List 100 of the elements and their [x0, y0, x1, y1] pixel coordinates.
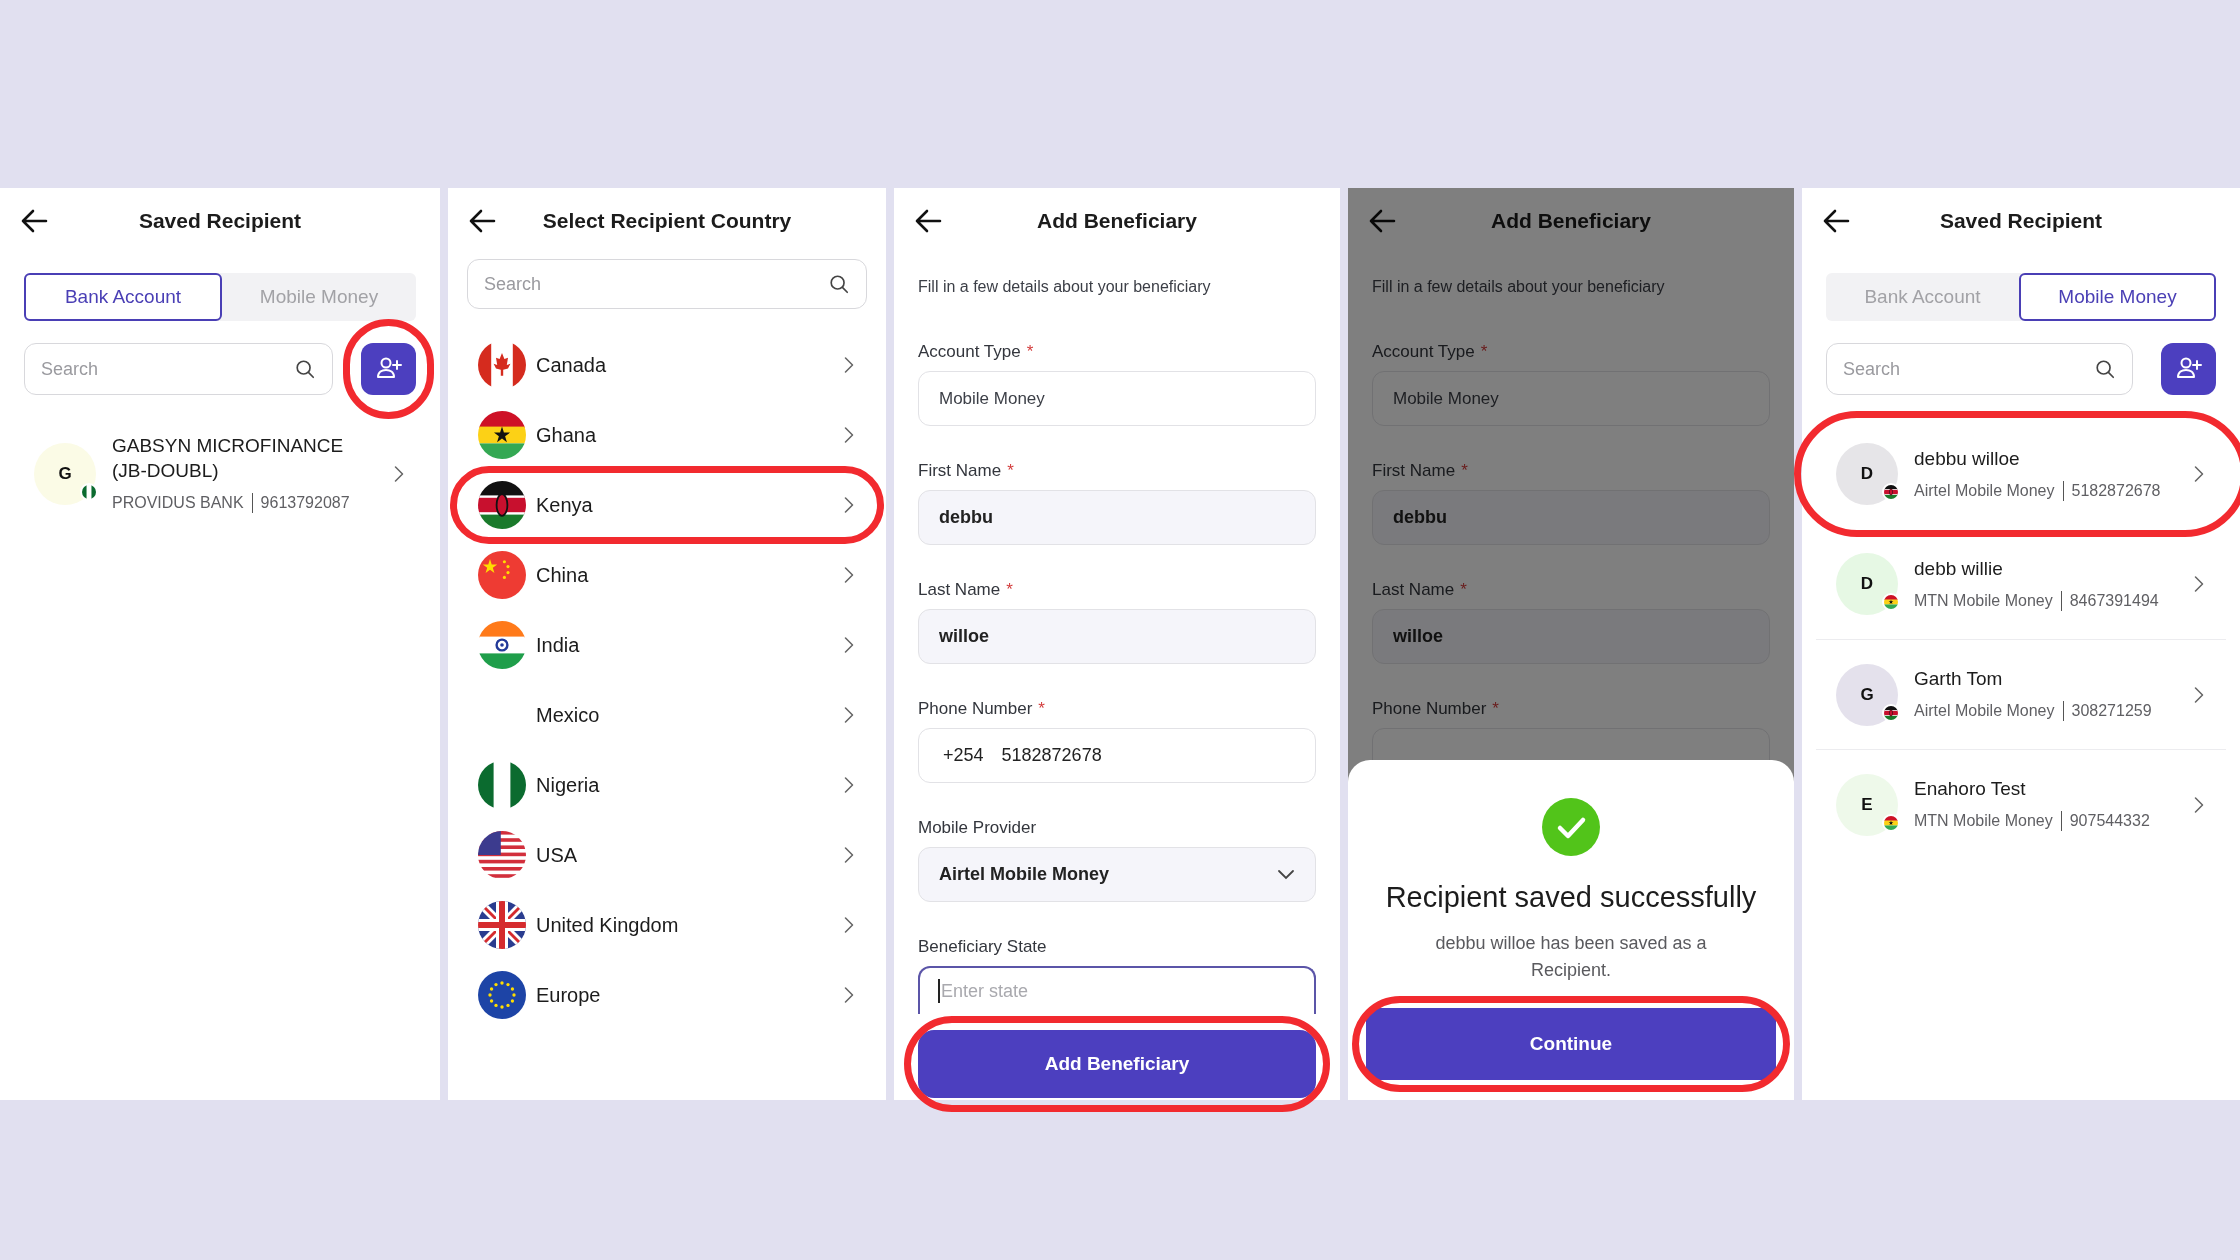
field-value: Mobile Money — [939, 387, 1045, 410]
country-name: Canada — [536, 353, 608, 378]
field-value: debbu — [939, 506, 993, 529]
account-number: 907544332 — [2069, 811, 2150, 831]
account-number: 5182872678 — [2071, 480, 2161, 501]
dropdown-value: Airtel Mobile Money — [939, 863, 1109, 886]
screen-title: Select Recipient Country — [541, 208, 793, 235]
chevron-down-icon — [1277, 868, 1295, 881]
chevron-right-icon — [842, 495, 856, 515]
required-mark: * — [1006, 579, 1013, 602]
recipient-name: Garth Tom — [1914, 667, 2004, 691]
country-item[interactable]: Ghana — [464, 400, 870, 470]
provider-name: MTN Mobile Money — [1914, 811, 2053, 831]
provider-name: Airtel Mobile Money — [1914, 480, 2055, 501]
screen-title: Add Beneficiary — [1036, 208, 1198, 235]
chevron-right-icon — [842, 775, 856, 795]
vertical-striped-flag-icon — [478, 761, 526, 809]
star-striped-flag-icon — [1882, 593, 1900, 611]
required-mark: * — [1461, 460, 1468, 483]
account-number: 308271259 — [2071, 701, 2152, 721]
text-field[interactable]: debbu — [1372, 490, 1770, 545]
country-item[interactable]: Nigeria — [464, 750, 870, 820]
dropdown[interactable]: Airtel Mobile Money — [918, 847, 1316, 902]
required-mark: * — [1492, 698, 1499, 721]
search-placeholder: Search — [484, 272, 543, 296]
recipient-item[interactable]: E Enahoro Test MTN Mobile Money 907544332 — [1816, 749, 2226, 859]
recipient-name: Enahoro Test — [1914, 777, 2027, 801]
text-field[interactable]: willoe — [918, 609, 1316, 664]
field-value: willoe — [1393, 625, 1443, 648]
country-item[interactable]: Canada — [464, 330, 870, 400]
chevron-right-icon — [2192, 464, 2206, 484]
field-label: First Name — [918, 460, 1002, 483]
country-name: Europe — [536, 983, 602, 1008]
country-name: Ghana — [536, 423, 598, 448]
text-field[interactable]: debbu — [918, 490, 1316, 545]
search-icon — [2094, 358, 2116, 380]
add-recipient-button[interactable] — [2161, 343, 2216, 395]
required-mark: * — [1007, 460, 1014, 483]
cross-flag-icon — [478, 901, 526, 949]
back-arrow-icon[interactable] — [468, 207, 496, 235]
tab[interactable]: Bank Account — [24, 273, 222, 321]
country-item[interactable]: India — [464, 610, 870, 680]
field-label: Last Name — [918, 579, 1001, 602]
shield-striped-flag-icon — [1882, 703, 1900, 722]
country-item[interactable]: Kenya — [464, 470, 870, 540]
star-striped-flag-icon — [1882, 813, 1900, 832]
star-circle-flag-icon — [478, 971, 526, 1019]
chevron-right-icon — [842, 845, 856, 865]
chevron-right-icon — [842, 565, 856, 585]
avatar-initial: G — [1860, 683, 1874, 706]
field-label: Phone Number — [918, 698, 1033, 721]
screen-title: Saved Recipient — [137, 208, 303, 235]
vertical-striped-flag-icon — [80, 483, 98, 501]
avatar-initial: D — [1860, 463, 1874, 486]
success-message: debbu willoe has been saved as a Recipient. — [1434, 931, 1708, 982]
country-name: Mexico — [536, 703, 601, 728]
screen-title: Add Beneficiary — [1490, 208, 1652, 235]
recipient-name: debb willie — [1914, 556, 2004, 581]
recipient-item[interactable]: D debbu willoe Airtel Mobile Money 5182872678 — [1816, 419, 2226, 529]
field-label: Last Name — [1372, 579, 1455, 602]
chevron-right-icon — [2192, 794, 2206, 815]
required-mark: * — [1026, 341, 1034, 364]
text-field[interactable]: willoe — [1372, 609, 1770, 664]
field-label: Beneficiary State — [918, 936, 1047, 959]
chevron-right-icon — [842, 915, 856, 935]
chevron-right-icon — [842, 635, 856, 655]
wheel-striped-flag-icon — [478, 621, 526, 669]
screen-title: Saved Recipient — [1938, 208, 2104, 235]
field-label: Phone Number — [1372, 698, 1487, 721]
avatar-initial: G — [58, 463, 72, 486]
star-striped-flag-icon — [478, 411, 526, 459]
country-item[interactable]: Europe — [464, 960, 870, 1030]
add-recipient-button[interactable] — [361, 343, 416, 395]
recipient-name: debbu willoe — [1914, 446, 2021, 471]
field-placeholder: Enter state — [941, 979, 1029, 1003]
country-item[interactable]: China — [464, 540, 870, 610]
chevron-right-icon — [842, 355, 856, 375]
required-mark: * — [1480, 341, 1488, 364]
avatar-initial: D — [1860, 573, 1874, 596]
recipient-name: GABSYN MICROFINANCE (JB-DOUBL) — [112, 434, 345, 483]
recipient-item[interactable]: G Garth Tom Airtel Mobile Money 308271259 — [1816, 639, 2226, 749]
back-arrow-icon[interactable] — [20, 207, 48, 235]
country-item[interactable]: USA — [464, 820, 870, 890]
phone-field[interactable]: +254 5182872678 — [918, 728, 1316, 783]
field-value: willoe — [939, 625, 989, 648]
add-beneficiary-button[interactable]: Add Beneficiary — [918, 1030, 1316, 1098]
recipient-item[interactable]: G GABSYN MICROFINANCE (JB-DOUBL) PROVIDUS BANK 9613792087 — [14, 419, 426, 529]
recipient-item[interactable]: D debb willie MTN Mobile Money 8467391494 — [1816, 529, 2226, 639]
success-heading: Recipient saved successfully — [1385, 880, 1757, 915]
required-mark: * — [1460, 579, 1467, 602]
country-item[interactable]: Mexico — [464, 680, 870, 750]
tab[interactable]: Mobile Money — [2019, 273, 2216, 321]
field-label: First Name — [1372, 460, 1456, 483]
back-arrow-icon[interactable] — [914, 207, 942, 235]
country-item[interactable]: United Kingdom — [464, 890, 870, 960]
back-arrow-icon[interactable] — [1822, 207, 1850, 235]
shield-striped-flag-icon — [478, 481, 526, 529]
avatar-initial: E — [1861, 793, 1873, 816]
country-name: United Kingdom — [536, 913, 680, 938]
continue-button[interactable]: Continue — [1366, 1008, 1776, 1080]
